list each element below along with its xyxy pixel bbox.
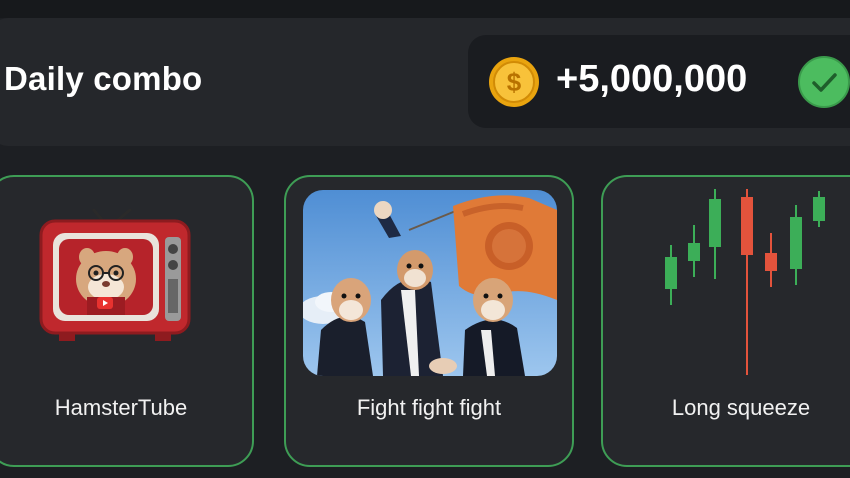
- hamsters-flag-image: [303, 190, 557, 376]
- reward-amount: +5,000,000: [556, 58, 748, 100]
- combo-card-long-squeeze[interactable]: Long squeeze: [601, 175, 850, 467]
- check-circle-icon: [798, 56, 850, 108]
- page-title: Daily combo: [4, 60, 203, 97]
- card-label: Long squeeze: [671, 395, 811, 420]
- svg-text:$: $: [507, 67, 522, 97]
- top-bar: [0, 0, 850, 18]
- reward-panel: $ +5,000,000: [468, 35, 850, 128]
- combo-card-hamstertube[interactable]: HamsterTube: [0, 175, 254, 467]
- hamster-tv-image: [39, 209, 191, 341]
- card-label: Fight fight fight: [356, 395, 502, 420]
- card-label: HamsterTube: [54, 395, 188, 420]
- candlestick-chart-image: [665, 189, 825, 375]
- combo-card-fight-fight-fight[interactable]: Fight fight fight: [284, 175, 574, 467]
- coin-icon: $: [489, 57, 539, 107]
